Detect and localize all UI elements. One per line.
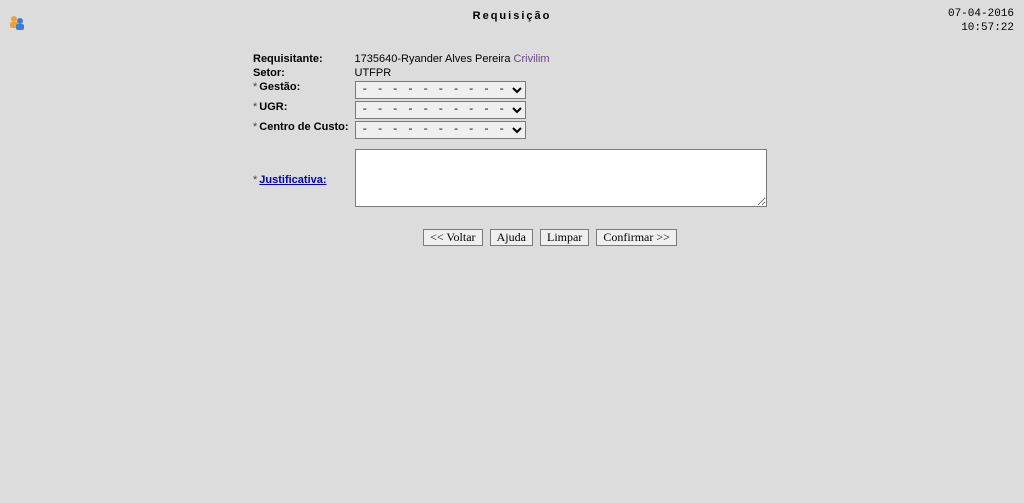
select-gestao[interactable]: - - - - - - - - - - (355, 81, 526, 99)
datetime-block: 07-04-2016 10:57:22 (948, 8, 1014, 36)
label-requisitante: Requisitante: (250, 52, 352, 66)
select-ugr[interactable]: - - - - - - - - - - (355, 101, 526, 119)
date-text: 07-04-2016 (948, 8, 1014, 22)
label-gestao: *Gestão: (250, 80, 352, 100)
label-ugr: *UGR: (250, 100, 352, 120)
value-requisitante: 1735640-Ryander Alves Pereira Crivilim (352, 52, 770, 66)
label-justificativa: *Justificativa: (250, 148, 352, 211)
label-setor: Setor: (250, 66, 352, 80)
form-area: Requisitante: 1735640-Ryander Alves Pere… (250, 52, 810, 246)
page-title: Requisição (0, 10, 1024, 22)
ajuda-button[interactable]: Ajuda (490, 229, 533, 246)
limpar-button[interactable]: Limpar (540, 229, 589, 246)
confirmar-button[interactable]: Confirmar >> (596, 229, 677, 246)
link-justificativa[interactable]: Justificativa: (259, 174, 326, 186)
voltar-button[interactable]: << Voltar (423, 229, 482, 246)
label-centro-custo: *Centro de Custo: (250, 120, 352, 140)
value-setor: UTFPR (352, 66, 770, 80)
time-text: 10:57:22 (948, 22, 1014, 36)
textarea-justificativa[interactable] (355, 149, 767, 207)
select-centro-custo[interactable]: - - - - - - - - - - (355, 121, 526, 139)
button-row: << Voltar Ajuda Limpar Confirmar >> (290, 229, 810, 246)
